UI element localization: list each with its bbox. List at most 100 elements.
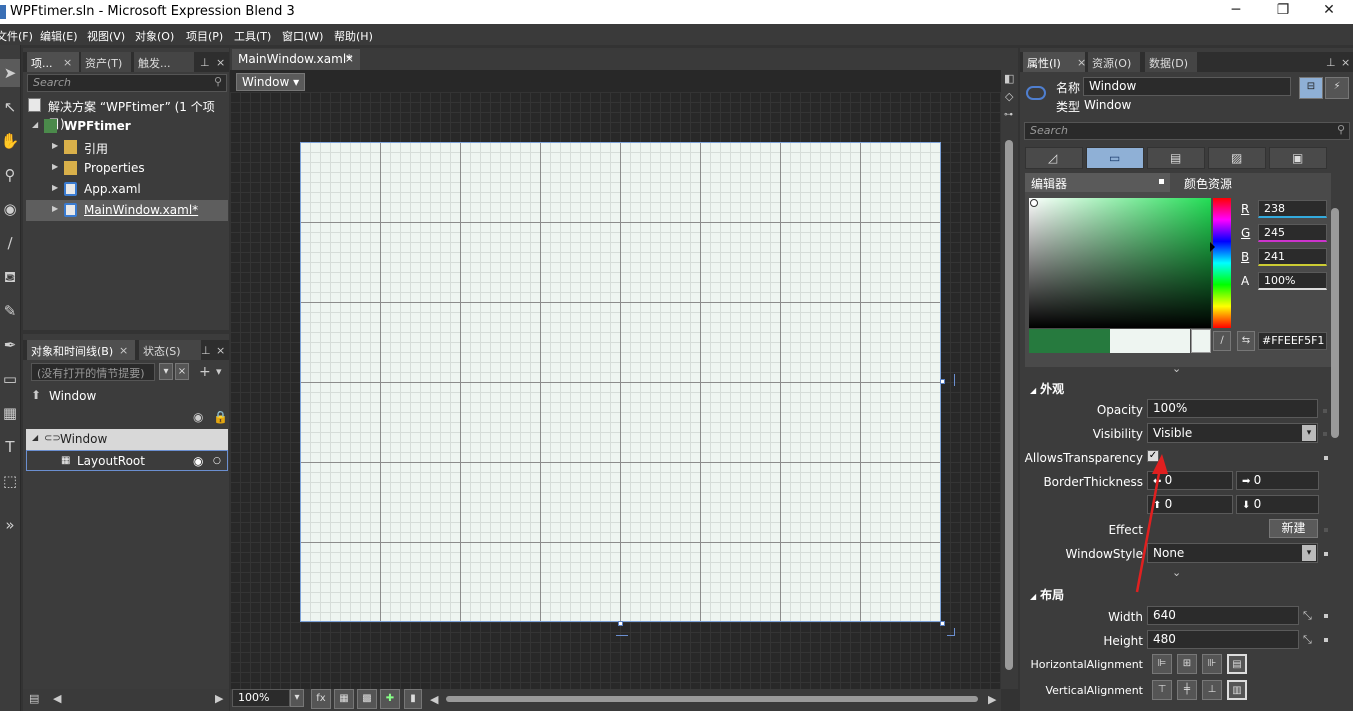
advanced-options-marker[interactable]: [1324, 614, 1328, 618]
scope-up-icon[interactable]: ⬆: [31, 388, 41, 402]
opacity-input[interactable]: 100%: [1147, 399, 1318, 418]
storyboard-menu-icon[interactable]: ▾: [216, 365, 222, 378]
close-icon[interactable]: ×: [216, 344, 225, 357]
zoom-tool-icon[interactable]: ⚲: [0, 161, 20, 189]
align-right-icon[interactable]: ⊪: [1202, 654, 1222, 674]
gradient-brush-tab[interactable]: ▤: [1147, 147, 1205, 169]
expand-arrow-icon[interactable]: ◢: [32, 120, 38, 129]
zoom-level-field[interactable]: 100%: [232, 689, 290, 707]
rectangle-tool-icon[interactable]: ▭: [0, 365, 20, 393]
eye-icon[interactable]: ◉: [193, 454, 203, 468]
color-picker-cursor[interactable]: [1030, 199, 1038, 207]
lock-dot-icon[interactable]: ○: [213, 456, 221, 466]
close-icon[interactable]: ×: [63, 56, 72, 69]
scroll-right-icon[interactable]: ▶: [215, 692, 223, 705]
close-icon[interactable]: ×: [1077, 56, 1086, 69]
effects-render-icon[interactable]: fx: [311, 689, 331, 709]
collapse-chevron-icon[interactable]: ⌄: [1172, 362, 1181, 375]
tab-mainwindow[interactable]: MainWindow.xaml* ×: [232, 49, 360, 70]
tree-app-xaml[interactable]: ▶ App.xaml: [26, 179, 228, 200]
tree-references[interactable]: ▶ 引用: [26, 137, 228, 158]
pan-tool-icon[interactable]: ✋: [0, 127, 20, 155]
brush-transform-tool-icon[interactable]: ✎: [0, 297, 20, 325]
eye-icon[interactable]: ◉: [193, 410, 203, 424]
advanced-options-marker[interactable]: [1323, 432, 1327, 436]
menu-object[interactable]: 对象(O): [135, 28, 174, 44]
properties-view-icon[interactable]: ⊟: [1299, 77, 1323, 99]
align-bottom-icon[interactable]: ⊥: [1202, 680, 1222, 700]
tree-solution[interactable]: 解决方案 “WPFtimer” (1 个项目): [26, 95, 228, 131]
layout-section-header[interactable]: ◢ 布局: [1022, 586, 1350, 604]
split-icon[interactable]: ◇: [1005, 90, 1013, 103]
tree-mainwindow-xaml[interactable]: ▶ MainWindow.xaml*: [26, 200, 228, 221]
show-grid-icon[interactable]: ▦: [334, 689, 354, 709]
valign-stretch-icon[interactable]: ▥: [1227, 680, 1247, 700]
eyedropper-icon[interactable]: ∕: [1213, 331, 1231, 351]
new-effect-button[interactable]: 新建: [1269, 519, 1318, 538]
menu-tools[interactable]: 工具(T): [234, 28, 271, 44]
controls-tool-icon[interactable]: ⬚: [0, 467, 20, 495]
menu-view[interactable]: 视图(V): [87, 28, 125, 44]
advanced-options-marker[interactable]: [1324, 638, 1328, 642]
asset-library-icon[interactable]: »: [0, 511, 20, 539]
solid-brush-tab[interactable]: ▭: [1086, 147, 1144, 169]
timeline-icon[interactable]: ▤: [29, 692, 39, 705]
menu-help[interactable]: 帮助(H): [334, 28, 373, 44]
close-icon[interactable]: ×: [345, 52, 354, 65]
snap-lines-icon[interactable]: ✚: [380, 689, 400, 709]
events-view-icon[interactable]: ⚡: [1325, 77, 1349, 99]
tab-color-editor[interactable]: 编辑器: [1025, 173, 1170, 192]
storyboard-dropdown-icon[interactable]: ▾: [159, 363, 173, 380]
resize-handle-corner[interactable]: [940, 621, 945, 626]
tree-project[interactable]: ◢ WPFtimer: [26, 116, 228, 137]
hex-input[interactable]: #FFEEF5F1: [1258, 332, 1327, 350]
zoom-dropdown-icon[interactable]: ▾: [290, 689, 304, 707]
minimize-button[interactable]: ─: [1225, 2, 1247, 22]
auto-size-icon[interactable]: ⤡: [1303, 633, 1312, 647]
direct-selection-tool-icon[interactable]: ↖: [0, 93, 20, 121]
menu-file[interactable]: 文件(F): [0, 28, 33, 44]
g-input[interactable]: 245: [1258, 224, 1327, 242]
width-input[interactable]: 640: [1147, 606, 1299, 625]
camera-orbit-tool-icon[interactable]: ◉: [0, 195, 20, 223]
tab-triggers[interactable]: 触发...: [134, 52, 194, 72]
hue-slider[interactable]: [1213, 198, 1231, 328]
brush-resource-tab[interactable]: ▣: [1269, 147, 1327, 169]
projects-search-input[interactable]: Search ⚲: [27, 74, 227, 92]
scrollbar-thumb[interactable]: [1005, 140, 1013, 670]
no-brush-tab[interactable]: ◿: [1025, 147, 1083, 169]
visibility-select[interactable]: Visible ▾: [1147, 423, 1318, 443]
tab-resources[interactable]: 资源(O): [1088, 52, 1140, 72]
snap-grid-icon[interactable]: ▩: [357, 689, 377, 709]
expand-arrow-icon[interactable]: ▶: [52, 183, 58, 192]
properties-scrollbar-thumb[interactable]: [1331, 208, 1339, 438]
expand-arrow-icon[interactable]: ▶: [52, 204, 58, 213]
tile-brush-tab[interactable]: ▨: [1208, 147, 1266, 169]
menu-project[interactable]: 项目(P): [186, 28, 223, 44]
advanced-options-marker[interactable]: [1324, 552, 1328, 556]
name-input[interactable]: Window: [1083, 77, 1291, 96]
b-input[interactable]: 241: [1258, 248, 1327, 266]
close-button[interactable]: ✕: [1318, 2, 1340, 22]
expand-arrow-icon[interactable]: ▶: [52, 141, 58, 150]
align-top-icon[interactable]: ⊤: [1152, 680, 1172, 700]
close-icon[interactable]: ×: [119, 344, 128, 357]
close-storyboard-icon[interactable]: ×: [175, 363, 189, 380]
scroll-left-icon[interactable]: ◀: [430, 693, 438, 706]
scroll-right-icon[interactable]: ▶: [988, 693, 996, 706]
paint-bucket-tool-icon[interactable]: ⛾: [0, 263, 20, 291]
advanced-options-marker[interactable]: [1323, 409, 1327, 413]
horizontal-scrollbar-thumb[interactable]: [446, 696, 978, 702]
a-input[interactable]: 100%: [1258, 272, 1327, 290]
breadcrumb[interactable]: Window ▾: [236, 73, 306, 91]
tab-states[interactable]: 状态(S): [139, 340, 201, 360]
pin-icon[interactable]: ⊥: [200, 56, 210, 69]
menu-edit[interactable]: 编辑(E): [40, 28, 78, 44]
view-toggle-icon[interactable]: ◧: [1004, 72, 1014, 85]
selection-tool-icon[interactable]: ➤: [0, 59, 20, 87]
align-stretch-icon[interactable]: ▤: [1227, 654, 1247, 674]
properties-search-input[interactable]: Search ⚲: [1024, 122, 1350, 140]
color-gradient-picker[interactable]: [1029, 198, 1211, 328]
grid-layout-tool-icon[interactable]: ▦: [0, 399, 20, 427]
align-left-icon[interactable]: ⊫: [1152, 654, 1172, 674]
